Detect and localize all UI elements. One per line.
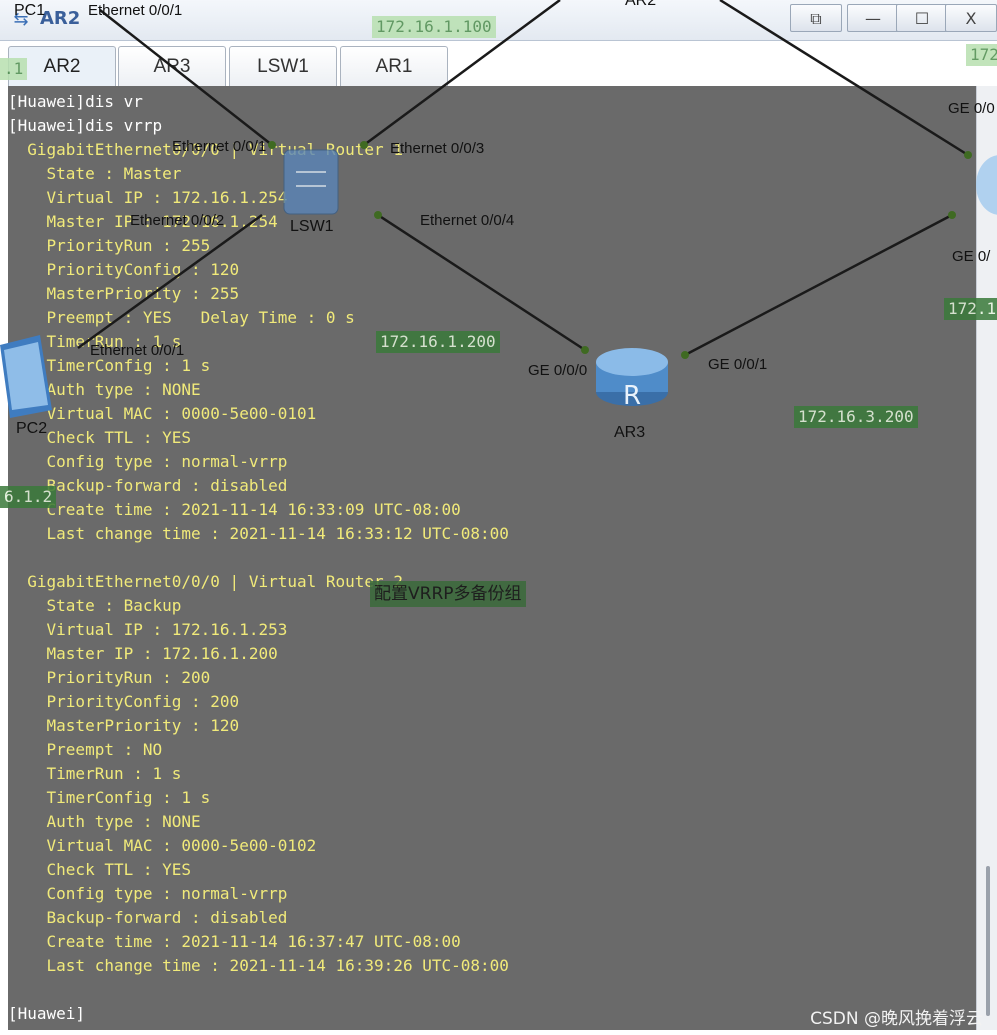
terminal-line: [Huawei]dis vr xyxy=(8,92,143,111)
terminal-line: Check TTL : YES xyxy=(8,860,192,879)
terminal-line: GigabitEthernet0/0/0 | Virtual Router 2 xyxy=(8,572,403,591)
terminal-line: Config type : normal-vrrp xyxy=(8,452,288,471)
scroll-thumb[interactable] xyxy=(986,866,990,1016)
terminal-line: Virtual MAC : 0000-5e00-0101 xyxy=(8,404,317,423)
terminal-line: Config type : normal-vrrp xyxy=(8,884,288,903)
pc1-label: PC1 xyxy=(14,2,46,19)
terminal-line: Auth type : NONE xyxy=(8,812,201,831)
terminal-line: Last change time : 2021-11-14 16:39:26 U… xyxy=(8,956,509,975)
maximize-button[interactable]: ☐ xyxy=(896,4,948,32)
terminal-line: MasterPriority : 255 xyxy=(8,284,240,303)
ip-tag: 172.16.1.200 xyxy=(376,331,500,353)
terminal-line: [Huawei]dis vrrp xyxy=(8,116,163,135)
tab-ar3[interactable]: AR3 xyxy=(118,46,226,86)
ip-tag: 6.1.2 xyxy=(0,486,57,508)
ar3-node-label: AR3 xyxy=(614,424,646,441)
pc1-port-label: Ethernet 0/0/1 xyxy=(88,2,183,19)
port-label: Ethernet 0/0/1 xyxy=(90,342,185,359)
restore-button[interactable]: ⧉ xyxy=(790,4,842,32)
ar2-node-label: AR2 xyxy=(625,0,657,9)
port-label: GE 0/0/0 xyxy=(528,362,588,379)
terminal-line: Virtual IP : 172.16.1.253 xyxy=(8,620,288,639)
terminal-line: PriorityRun : 255 xyxy=(8,236,211,255)
terminal-line: [Huawei] xyxy=(8,1004,86,1023)
ip-tag: 172 xyxy=(966,44,997,66)
terminal-line: Virtual MAC : 0000-5e00-0102 xyxy=(8,836,317,855)
port-label: Ethernet 0/0/1 xyxy=(172,138,267,155)
terminal-line: Create time : 2021-11-14 16:37:47 UTC-08… xyxy=(8,932,461,951)
terminal-line: Last change time : 2021-11-14 16:33:12 U… xyxy=(8,524,509,543)
tab-ar1[interactable]: AR1 xyxy=(340,46,448,86)
port-label: Ethernet 0/0/2 xyxy=(130,212,225,229)
ip-tag: .1 xyxy=(0,58,28,80)
terminal-line: Auth type : NONE xyxy=(8,380,201,399)
terminal-line: Preempt : NO xyxy=(8,740,163,759)
terminal-line: Backup-forward : disabled xyxy=(8,908,288,927)
tab-lsw1[interactable]: LSW1 xyxy=(229,46,337,86)
tab-bar: AR2 AR3 LSW1 AR1 xyxy=(8,44,997,87)
terminal-line: TimerConfig : 1 s xyxy=(8,788,211,807)
port-label: GE 0/ xyxy=(952,248,991,265)
watermark: CSDN @晚风挽着浮云 xyxy=(810,1009,983,1029)
terminal-line: PriorityConfig : 120 xyxy=(8,260,240,279)
port-label: GE 0/0/1 xyxy=(708,356,768,373)
terminal-line: Preempt : YES Delay Time : 0 s xyxy=(8,308,355,327)
pc2-node-label: PC2 xyxy=(16,420,48,437)
terminal-line: PriorityConfig : 200 xyxy=(8,692,240,711)
port-label: Ethernet 0/0/4 xyxy=(420,212,515,229)
ip-tag: 172.16.1.100 xyxy=(372,16,496,38)
terminal-line: TimerRun : 1 s xyxy=(8,764,182,783)
port-label: Ethernet 0/0/3 xyxy=(390,140,485,157)
terminal-line: Create time : 2021-11-14 16:33:09 UTC-08… xyxy=(8,500,461,519)
port-label: GE 0/0 xyxy=(948,100,995,117)
ip-tag: 172.16.3.200 xyxy=(794,406,918,428)
terminal-line: Virtual IP : 172.16.1.254 xyxy=(8,188,288,207)
terminal-line: MasterPriority : 120 xyxy=(8,716,240,735)
ip-tag: 172.1 xyxy=(944,298,997,320)
terminal-line: Master IP : 172.16.1.200 xyxy=(8,644,278,663)
minimize-button[interactable]: — xyxy=(847,4,899,32)
close-button[interactable]: X xyxy=(945,4,997,32)
lsw1-node-label: LSW1 xyxy=(290,218,334,235)
window-title: AR2 xyxy=(40,8,81,29)
terminal-line: State : Master xyxy=(8,164,182,183)
terminal-line: PriorityRun : 200 xyxy=(8,668,211,687)
terminal-scrollbar[interactable] xyxy=(976,86,997,1030)
terminal-line: State : Backup xyxy=(8,596,182,615)
topology-caption: 配置VRRP多备份组 xyxy=(370,581,526,607)
